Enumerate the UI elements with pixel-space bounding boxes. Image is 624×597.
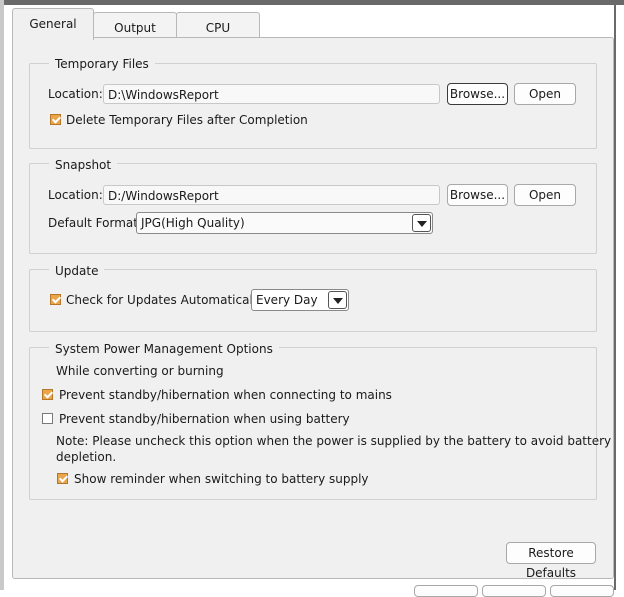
temporary-files-legend: Temporary Files — [49, 56, 155, 72]
temp-location-label: Location: — [48, 87, 103, 101]
chevron-down-icon[interactable] — [412, 214, 431, 232]
default-format-value: JPG(High Quality) — [141, 216, 245, 230]
temp-open-button[interactable]: Open — [514, 83, 576, 105]
snapshot-location-label: Location: — [48, 188, 103, 202]
update-frequency-value: Every Day — [256, 293, 318, 307]
default-format-select[interactable]: JPG(High Quality) — [136, 212, 433, 234]
battery-note-line1: Note: Please uncheck this option when th… — [56, 434, 612, 448]
window-right-edge — [614, 0, 616, 590]
power-subheading: While converting or burning — [56, 364, 224, 378]
battery-reminder-checkbox[interactable] — [57, 473, 68, 484]
update-legend: Update — [49, 263, 105, 279]
window-left-edge — [0, 0, 4, 590]
window-top-edge — [0, 0, 624, 5]
general-panel: Temporary Files Location: D:\WindowsRepo… — [12, 37, 614, 580]
tab-cpu-label: CPU — [205, 21, 231, 35]
power-management-legend: System Power Management Options — [49, 341, 279, 357]
temp-browse-button[interactable]: Browse... — [447, 83, 508, 105]
prevent-mains-label: Prevent standby/hibernation when connect… — [59, 388, 392, 402]
tab-cpu[interactable]: CPU — [176, 12, 260, 39]
temporary-files-group — [29, 63, 597, 149]
dialog-button-partial[interactable] — [482, 585, 546, 597]
snapshot-open-button[interactable]: Open — [514, 184, 576, 206]
dialog-button-partial[interactable] — [550, 585, 614, 597]
temp-location-input[interactable]: D:\WindowsReport — [103, 84, 440, 104]
tab-output-label: Output — [114, 21, 156, 35]
delete-temp-checkbox[interactable] — [50, 114, 61, 125]
update-frequency-select[interactable]: Every Day — [251, 289, 349, 311]
dialog-button-partial[interactable] — [414, 585, 478, 597]
tab-general-label: General — [29, 17, 77, 31]
snapshot-group — [29, 163, 597, 254]
restore-defaults-button[interactable]: Restore Defaults — [506, 542, 596, 580]
default-format-label: Default Format: — [48, 216, 142, 230]
battery-reminder-label: Show reminder when switching to battery … — [74, 472, 369, 486]
prevent-mains-checkbox[interactable] — [42, 389, 53, 400]
snapshot-legend: Snapshot — [49, 157, 118, 173]
tab-general[interactable]: General — [12, 8, 94, 40]
check-updates-checkbox[interactable] — [50, 294, 61, 305]
chevron-down-icon[interactable] — [328, 291, 347, 309]
delete-temp-label: Delete Temporary Files after Completion — [66, 113, 308, 127]
snapshot-browse-button[interactable]: Browse... — [447, 184, 508, 206]
battery-note-line2: depletion. — [56, 450, 117, 464]
check-updates-label: Check for Updates Automatically: — [66, 293, 267, 307]
tab-output[interactable]: Output — [93, 12, 177, 39]
prevent-battery-checkbox[interactable] — [42, 413, 53, 424]
snapshot-location-input[interactable]: D:/WindowsReport — [103, 185, 440, 205]
prevent-battery-label: Prevent standby/hibernation when using b… — [59, 412, 350, 426]
